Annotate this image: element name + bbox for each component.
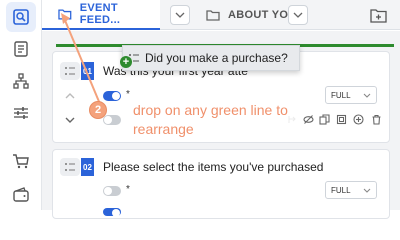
size-value: FULL	[331, 185, 351, 195]
trash-icon[interactable]	[371, 114, 382, 125]
copy-icon[interactable]	[319, 114, 330, 125]
responses-button[interactable]	[6, 34, 36, 64]
list-handle-icon	[65, 163, 75, 171]
duplicate-icon[interactable]	[336, 114, 347, 125]
settings-sliders-icon	[14, 107, 28, 119]
chevron-down-icon	[175, 12, 185, 18]
tab-about-you-dropdown[interactable]	[288, 5, 308, 25]
cart-icon	[13, 154, 29, 169]
chevron-down-icon	[363, 188, 371, 193]
required-toggle[interactable]	[103, 186, 121, 196]
size-select[interactable]: FULL	[325, 86, 377, 104]
new-folder-button[interactable]	[368, 6, 390, 26]
tab-event-feedback-dropdown[interactable]	[170, 5, 190, 25]
dragged-question-text: Did you make a purchase?	[145, 51, 288, 65]
workflow-icon	[13, 73, 29, 89]
tutorial-step-badge: 2	[89, 101, 107, 119]
responses-icon	[14, 41, 28, 57]
dragged-question[interactable]: Did you make a purchase?	[122, 45, 300, 71]
question-number: 02	[81, 158, 94, 176]
new-folder-icon	[370, 9, 387, 23]
move-down-icon[interactable]	[64, 114, 76, 126]
settings-sliders-button[interactable]	[6, 98, 36, 128]
left-rail	[0, 0, 42, 210]
tutorial-tip: drop on any green line to rearrange	[131, 101, 301, 139]
folder-icon	[206, 10, 220, 21]
hidden-toggle[interactable]	[103, 115, 121, 125]
workflow-button[interactable]	[6, 66, 36, 96]
tab-label: ABOUT YOU	[228, 9, 297, 21]
tutorial-arrow-icon	[61, 13, 101, 105]
wallet-button[interactable]	[6, 180, 36, 210]
add-icon[interactable]	[353, 114, 364, 125]
question-card[interactable]: 02 Please select the items you've purcha…	[52, 149, 390, 219]
form-builder-icon	[13, 9, 29, 25]
chevron-down-icon	[293, 12, 303, 18]
question-text[interactable]: Please select the items you've purchased	[103, 160, 323, 174]
required-mark: *	[126, 184, 130, 195]
hidden-toggle[interactable]	[103, 208, 121, 217]
chevron-down-icon	[363, 93, 371, 98]
wallet-icon	[13, 187, 29, 202]
drag-handle[interactable]	[60, 158, 80, 176]
form-builder-button[interactable]	[6, 2, 36, 32]
required-mark: *	[126, 89, 130, 100]
eye-off-icon[interactable]	[303, 114, 314, 125]
size-value: FULL	[331, 90, 351, 100]
drop-plus-icon: +	[120, 56, 132, 68]
cart-button[interactable]	[6, 146, 36, 176]
size-select[interactable]: FULL	[325, 181, 377, 199]
